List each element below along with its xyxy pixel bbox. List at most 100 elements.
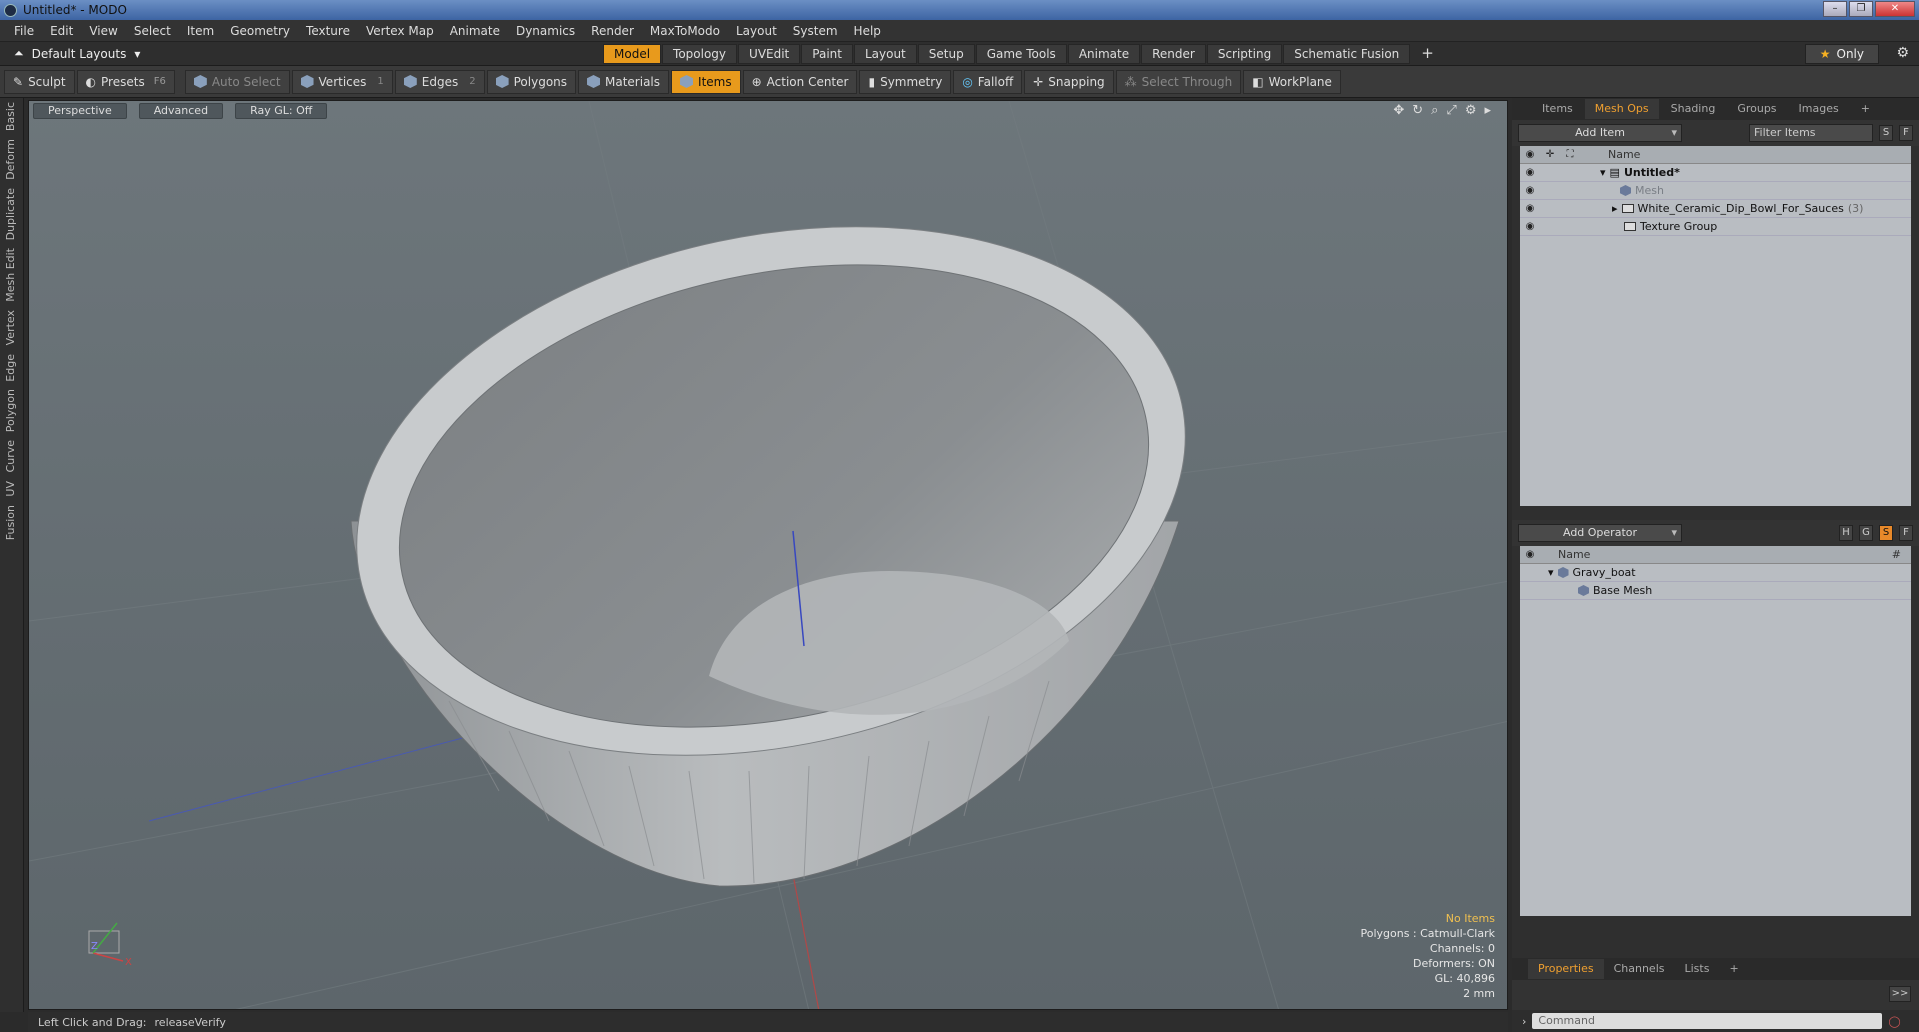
- op-s-button[interactable]: S: [1879, 525, 1893, 541]
- only-button[interactable]: ★ Only: [1804, 44, 1879, 64]
- tab-animate[interactable]: Animate: [1067, 44, 1141, 64]
- add-operator-button[interactable]: Add Operator ▾: [1518, 524, 1682, 542]
- close-button[interactable]: ✕: [1875, 1, 1915, 17]
- left-tab-deform[interactable]: Deform: [0, 135, 21, 184]
- menu-texture[interactable]: Texture: [298, 24, 358, 38]
- left-tab-curve[interactable]: Curve: [0, 436, 21, 476]
- symmetry-button[interactable]: ▮ Symmetry: [859, 69, 952, 94]
- sculpt-button[interactable]: ✎ Sculpt: [4, 69, 75, 94]
- op-h-button[interactable]: H: [1839, 525, 1853, 541]
- menu-layout[interactable]: Layout: [728, 24, 785, 38]
- tree-row[interactable]: ◉ Texture Group: [1520, 218, 1911, 236]
- menu-render[interactable]: Render: [583, 24, 642, 38]
- tab-layout[interactable]: Layout: [853, 44, 917, 64]
- materials-button[interactable]: Materials: [578, 69, 670, 94]
- tab-setup[interactable]: Setup: [917, 44, 975, 64]
- tab-channels[interactable]: Channels: [1604, 959, 1675, 979]
- tab-groups[interactable]: Groups: [1727, 99, 1786, 119]
- layout-selector[interactable]: ⏶ Default Layouts ▾: [14, 46, 140, 61]
- tab-properties[interactable]: Properties: [1528, 959, 1604, 979]
- maximize-view-icon[interactable]: ⤢: [1446, 103, 1456, 118]
- eye-icon[interactable]: ◉: [1520, 203, 1540, 214]
- tree-row[interactable]: ▾ Gravy_boat: [1520, 564, 1911, 582]
- tree-row[interactable]: Base Mesh: [1520, 582, 1911, 600]
- menu-geometry[interactable]: Geometry: [222, 24, 298, 38]
- expand-icon[interactable]: ▾: [1548, 566, 1554, 579]
- tab-render[interactable]: Render: [1141, 44, 1206, 64]
- falloff-button[interactable]: ◎ Falloff: [953, 69, 1023, 94]
- tab-add-bottom[interactable]: +: [1719, 959, 1748, 979]
- menu-view[interactable]: View: [81, 24, 125, 38]
- left-tab-edge[interactable]: Edge: [0, 350, 21, 386]
- tab-shading[interactable]: Shading: [1661, 99, 1726, 119]
- left-tab-uv[interactable]: UV: [0, 477, 21, 501]
- polygons-button[interactable]: Polygons: [486, 69, 577, 94]
- tab-schematic-fusion[interactable]: Schematic Fusion: [1283, 44, 1411, 64]
- menu-edit[interactable]: Edit: [42, 24, 81, 38]
- raygl-button[interactable]: Ray GL: Off: [235, 103, 328, 119]
- filter-items-input[interactable]: Filter Items: [1749, 124, 1873, 142]
- menu-select[interactable]: Select: [126, 24, 179, 38]
- action-center-button[interactable]: ⊕ Action Center: [742, 69, 858, 94]
- auto-select-button[interactable]: Auto Select: [184, 69, 290, 94]
- items-button[interactable]: Items: [671, 69, 741, 94]
- tree-row[interactable]: ◉ ▾ ▤ Untitled*: [1520, 164, 1911, 182]
- expand-icon[interactable]: ▾: [1600, 166, 1606, 179]
- op-g-button[interactable]: G: [1859, 525, 1873, 541]
- presets-button[interactable]: ◐ Presets F6: [76, 69, 175, 94]
- snapping-button[interactable]: ✛ Snapping: [1024, 69, 1114, 94]
- expand-button[interactable]: >>: [1889, 986, 1911, 1002]
- shading-mode-button[interactable]: Advanced: [138, 103, 224, 119]
- tab-paint[interactable]: Paint: [801, 44, 853, 64]
- tree-row[interactable]: ◉ ▸ White_Ceramic_Dip_Bowl_For_Sauces (3): [1520, 200, 1911, 218]
- op-f-button[interactable]: F: [1899, 525, 1913, 541]
- command-input[interactable]: Command: [1532, 1013, 1883, 1029]
- tree-row[interactable]: ◉ Mesh: [1520, 182, 1911, 200]
- select-through-button[interactable]: ⁂ Select Through: [1115, 69, 1242, 94]
- viewport-gear-icon[interactable]: ⚙: [1465, 103, 1477, 118]
- left-tab-fusion[interactable]: Fusion: [0, 501, 21, 544]
- 3d-viewport[interactable]: X Z Perspective Advanced Ray GL: Off ✥ ↻…: [28, 100, 1508, 1010]
- eye-icon[interactable]: ◉: [1520, 221, 1540, 232]
- filter-s-button[interactable]: S: [1879, 125, 1893, 141]
- tab-topology[interactable]: Topology: [662, 44, 738, 64]
- add-item-button[interactable]: Add Item ▾: [1518, 124, 1682, 142]
- eye-icon[interactable]: ◉: [1520, 167, 1540, 178]
- left-tab-duplicate[interactable]: Duplicate: [0, 184, 21, 244]
- minimize-button[interactable]: –: [1823, 1, 1847, 17]
- tab-uvedit[interactable]: UVEdit: [738, 44, 801, 64]
- tab-images[interactable]: Images: [1789, 99, 1849, 119]
- tab-scripting[interactable]: Scripting: [1206, 44, 1283, 64]
- menu-item[interactable]: Item: [179, 24, 222, 38]
- menu-dynamics[interactable]: Dynamics: [508, 24, 583, 38]
- edges-button[interactable]: Edges 2: [394, 69, 485, 94]
- menu-system[interactable]: System: [785, 24, 846, 38]
- left-tab-polygon[interactable]: Polygon: [0, 385, 21, 436]
- tab-items[interactable]: Items: [1532, 99, 1583, 119]
- expand-icon[interactable]: ▸: [1612, 202, 1618, 215]
- maximize-button[interactable]: ❐: [1849, 1, 1873, 17]
- view-mode-button[interactable]: Perspective: [33, 103, 127, 119]
- add-tab-button[interactable]: +: [1411, 44, 1444, 64]
- command-record-icon[interactable]: ◯: [1888, 1015, 1900, 1028]
- rotate-icon[interactable]: ↻: [1412, 103, 1423, 118]
- left-tab-vertex[interactable]: Vertex: [0, 306, 21, 349]
- filter-f-button[interactable]: F: [1899, 125, 1913, 141]
- tab-game-tools[interactable]: Game Tools: [975, 44, 1067, 64]
- menu-maxtomodo[interactable]: MaxToModo: [642, 24, 728, 38]
- pan-icon[interactable]: ✥: [1393, 103, 1404, 118]
- zoom-icon[interactable]: ⌕: [1431, 103, 1438, 118]
- gear-icon[interactable]: ⚙: [1896, 45, 1909, 61]
- chevron-right-icon[interactable]: ▸: [1484, 103, 1491, 118]
- tab-mesh-ops[interactable]: Mesh Ops: [1584, 99, 1659, 119]
- menu-help[interactable]: Help: [846, 24, 889, 38]
- menu-vertex-map[interactable]: Vertex Map: [358, 24, 442, 38]
- tab-lists[interactable]: Lists: [1675, 959, 1720, 979]
- tab-add[interactable]: +: [1851, 99, 1880, 119]
- menu-animate[interactable]: Animate: [442, 24, 508, 38]
- left-tab-mesh-edit[interactable]: Mesh Edit: [0, 244, 21, 306]
- left-tab-basic[interactable]: Basic: [0, 98, 21, 135]
- workplane-button[interactable]: ◧ WorkPlane: [1243, 69, 1341, 94]
- tab-model[interactable]: Model: [603, 44, 662, 64]
- vertices-button[interactable]: Vertices 1: [291, 69, 393, 94]
